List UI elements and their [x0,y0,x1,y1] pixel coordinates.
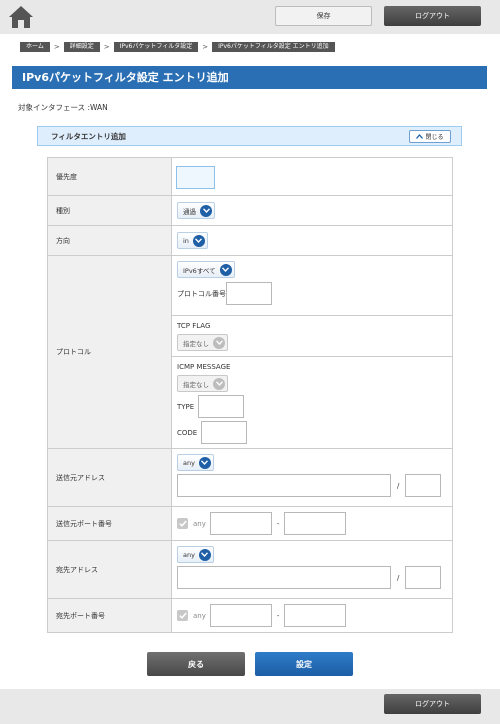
icmp-code-input[interactable] [201,421,248,444]
dst-port-any-label: any [193,611,206,620]
filter-form-table: 優先度 種別 通過 方向 in プロトコル IPv6すべて プロトコル番号 TC… [47,157,453,633]
dst-address-select[interactable]: any [177,546,214,563]
collapse-button[interactable]: 閉じる [409,130,451,143]
apply-button[interactable]: 設定 [255,652,353,676]
dst-address-input[interactable] [177,566,391,589]
icmp-type-input[interactable] [198,395,245,418]
interface-text: 対象インタフェース :WAN [18,103,108,112]
src-port-from-input[interactable] [209,512,272,535]
chevron-down-icon [213,377,225,390]
home-icon[interactable] [8,5,34,29]
chevron-down-icon [198,548,211,561]
src-address-label: 送信元アドレス [47,448,172,507]
back-button[interactable]: 戻る [147,652,245,676]
tcp-flag-select[interactable]: 指定なし [177,334,228,351]
priority-label: 優先度 [47,157,172,196]
chevron-down-icon [192,234,205,247]
src-address-input[interactable] [177,474,391,497]
breadcrumb-current: IPv6パケットフィルタ設定 エントリ追加 [212,42,335,52]
breadcrumb-separator: > [53,43,60,51]
type-select[interactable]: 通過 [177,202,215,219]
direction-select[interactable]: in [177,232,208,249]
breadcrumb-ipv6-filter[interactable]: IPv6パケットフィルタ設定 [113,42,199,52]
src-port-label: 送信元ポート番号 [47,506,172,541]
icmp-message-select[interactable]: 指定なし [177,375,228,392]
direction-value: in [183,236,189,245]
dst-address-label: 宛先アドレス [47,540,172,599]
tcp-flag-label: TCP FLAG [177,322,211,330]
src-port-to-input[interactable] [284,512,347,535]
breadcrumb: ホーム > 詳細設定 > IPv6パケットフィルタ設定 > IPv6パケットフィ… [20,42,335,52]
chevron-down-icon [200,204,212,217]
dash-text: - [276,611,280,620]
footer-bar: ログアウト [0,689,500,724]
chevron-down-icon [213,336,225,349]
priority-input[interactable] [176,166,215,189]
check-icon [178,520,187,527]
check-icon [178,612,187,619]
chevron-down-icon [219,263,232,276]
dst-prefix-input[interactable] [405,566,442,589]
dash-text: - [276,519,280,528]
dst-port-label: 宛先ポート番号 [47,598,172,633]
src-address-select[interactable]: any [177,454,214,471]
type-value: 通過 [183,207,196,216]
panel-header: フィルタエントリ追加 閉じる [37,126,462,146]
top-bar: 保存 ログアウト [0,0,500,34]
src-port-any-label: any [193,519,206,528]
breadcrumb-separator: > [103,43,110,51]
icmp-type-label: TYPE [177,402,195,411]
protocol-select[interactable]: IPv6すべて [177,261,235,278]
src-prefix-input[interactable] [405,474,442,497]
icmp-message-value: 指定なし [183,380,209,389]
slash-text: / [397,481,400,490]
panel-title: フィルタエントリ追加 [51,132,126,141]
icmp-message-label: ICMP MESSAGE [177,363,231,371]
dst-port-any-checkbox[interactable] [177,610,188,621]
slash-text: / [397,573,400,582]
src-address-value: any [183,458,195,467]
dst-address-value: any [183,550,195,559]
chevron-down-icon [198,456,211,469]
footer-logout-button[interactable]: ログアウト [384,694,481,714]
breadcrumb-advanced[interactable]: 詳細設定 [63,42,100,52]
protocol-number-label: プロトコル番号 [177,289,226,298]
save-button[interactable]: 保存 [275,6,372,26]
breadcrumb-home[interactable]: ホーム [20,42,50,52]
type-label: 種別 [47,195,172,226]
protocol-number-input[interactable] [226,282,272,305]
dst-port-from-input[interactable] [209,604,272,627]
breadcrumb-separator: > [202,43,209,51]
dst-port-to-input[interactable] [284,604,347,627]
protocol-value: IPv6すべて [183,266,216,275]
chevron-up-icon [416,134,424,139]
icmp-code-label: CODE [177,428,198,437]
src-port-any-checkbox[interactable] [177,518,188,529]
logout-button[interactable]: ログアウト [384,6,481,26]
collapse-label: 閉じる [425,134,444,141]
protocol-label: プロトコル [47,255,172,449]
tcp-flag-value: 指定なし [183,339,209,348]
direction-label: 方向 [47,225,172,256]
page-title: IPv6パケットフィルタ設定 エントリ追加 [12,66,487,89]
